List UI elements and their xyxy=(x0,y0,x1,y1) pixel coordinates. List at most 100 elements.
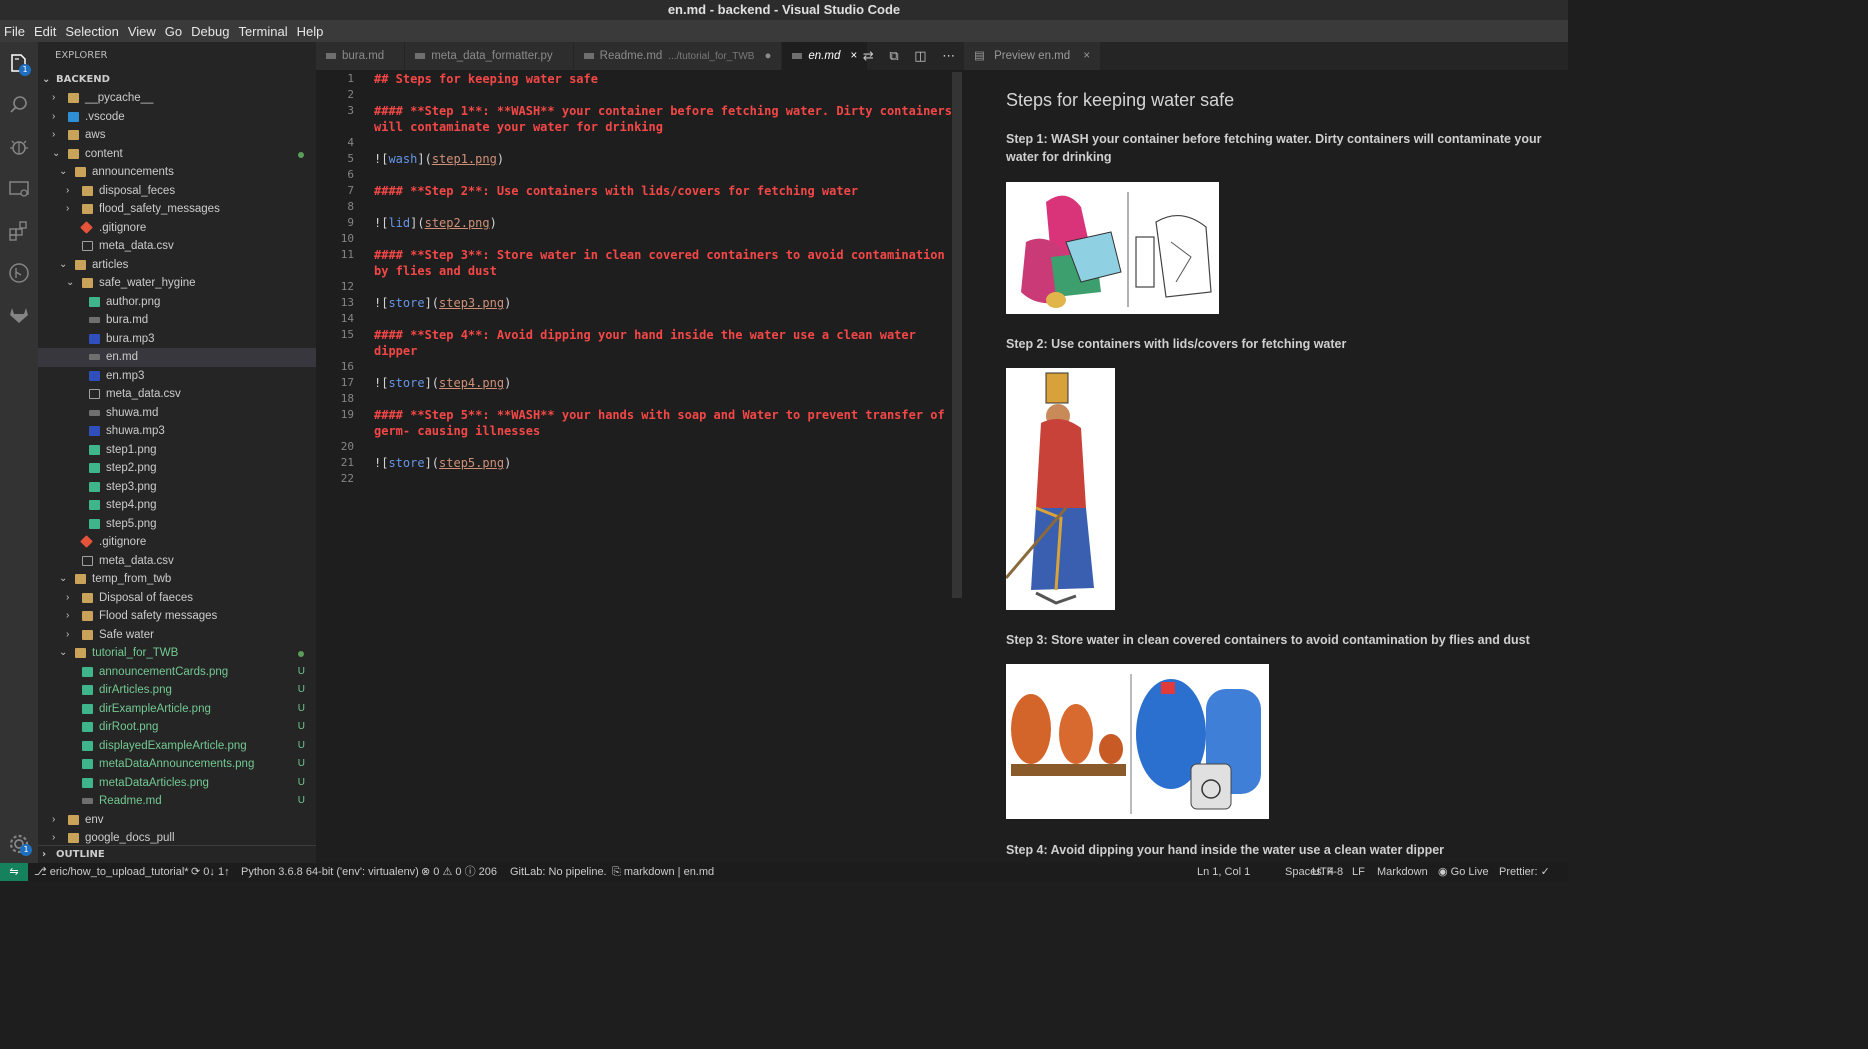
tree-file[interactable]: step5.png xyxy=(38,515,316,534)
chevron-right-icon[interactable]: › xyxy=(52,811,62,829)
git-graph-icon[interactable] xyxy=(7,261,31,285)
outline-section[interactable]: › OUTLINE xyxy=(38,845,316,863)
prettier-status[interactable]: Prettier: ✓ xyxy=(1499,863,1550,881)
editor-tab[interactable]: Readme.md .../tutorial_for_TWB ● xyxy=(573,42,783,70)
workspace-root[interactable]: ⌄ BACKEND xyxy=(38,70,316,89)
tree-folder[interactable]: › flood_safety_messages xyxy=(38,200,316,219)
chevron-right-icon[interactable]: › xyxy=(66,589,76,607)
tree-file[interactable]: step1.png xyxy=(38,441,316,460)
remote-explorer-icon[interactable] xyxy=(7,177,31,201)
tree-folder[interactable]: ⌄ safe_water_hygine xyxy=(38,274,316,293)
chevron-down-icon[interactable]: ⌄ xyxy=(59,644,69,662)
tree-file[interactable]: dirArticles.png U xyxy=(38,681,316,700)
code-editor[interactable]: 1 ## Steps for keeping water safe 2 3 #### *… xyxy=(316,70,964,863)
tree-item-label: aws xyxy=(85,129,106,141)
chevron-right-icon[interactable]: › xyxy=(52,126,62,144)
search-icon[interactable] xyxy=(7,93,31,117)
chevron-down-icon[interactable]: ⌄ xyxy=(59,570,69,588)
more-actions-icon[interactable]: ⋯ xyxy=(942,49,955,64)
menu-terminal[interactable]: Terminal xyxy=(238,24,292,39)
debug-icon[interactable] xyxy=(7,135,31,159)
tree-folder[interactable]: › Safe water xyxy=(38,626,316,645)
tree-file[interactable]: announcementCards.png U xyxy=(38,663,316,682)
unsaved-dot-icon[interactable]: ● xyxy=(764,50,771,62)
encoding[interactable]: UTF-8 xyxy=(1312,863,1343,881)
chevron-right-icon[interactable]: › xyxy=(66,626,76,644)
tree-file[interactable]: dirRoot.png U xyxy=(38,718,316,737)
tree-folder[interactable]: › Flood safety messages xyxy=(38,607,316,626)
line-ending[interactable]: LF xyxy=(1352,863,1365,881)
settings-gear-icon[interactable]: 1 xyxy=(7,832,32,856)
tree-file[interactable]: bura.md xyxy=(38,311,316,330)
problems-status[interactable]: ⊗ 0 ⚠ 0 ⓘ 206 xyxy=(421,863,497,881)
menu-selection[interactable]: Selection xyxy=(65,24,123,39)
tree-folder[interactable]: ⌄ content xyxy=(38,145,316,164)
tree-file[interactable]: en.mp3 xyxy=(38,367,316,386)
menu-debug[interactable]: Debug xyxy=(191,24,234,39)
tree-file[interactable]: step4.png xyxy=(38,496,316,515)
menu-view[interactable]: View xyxy=(128,24,161,39)
tree-file[interactable]: meta_data.csv xyxy=(38,237,316,256)
language-mode[interactable]: Markdown xyxy=(1377,863,1428,881)
chevron-right-icon[interactable]: › xyxy=(52,89,62,107)
tree-folder[interactable]: › __pycache__ xyxy=(38,89,316,108)
tree-folder[interactable]: ⌄ announcements xyxy=(38,163,316,182)
tree-file[interactable]: shuwa.mp3 xyxy=(38,422,316,441)
tree-file[interactable]: metaDataArticles.png U xyxy=(38,774,316,793)
cursor-position[interactable]: Ln 1, Col 1 xyxy=(1197,863,1250,881)
chevron-down-icon[interactable]: ⌄ xyxy=(66,274,76,292)
tree-folder[interactable]: ⌄ articles xyxy=(38,256,316,275)
chevron-down-icon[interactable]: ⌄ xyxy=(59,163,69,181)
tree-folder[interactable]: ⌄ tutorial_for_TWB xyxy=(38,644,316,663)
split-editor-icon[interactable]: ◫ xyxy=(914,49,926,64)
chevron-right-icon[interactable]: › xyxy=(52,108,62,126)
tree-folder[interactable]: › .vscode xyxy=(38,108,316,127)
open-preview-icon[interactable]: ⧉ xyxy=(889,49,898,64)
python-interpreter[interactable]: Python 3.6.8 64-bit ('env': virtualenv) xyxy=(241,863,419,881)
tree-folder[interactable]: › Disposal of faeces xyxy=(38,589,316,608)
extensions-icon[interactable] xyxy=(7,219,31,243)
compare-icon[interactable]: ⇄ xyxy=(863,49,874,64)
tree-file[interactable]: dirExampleArticle.png U xyxy=(38,700,316,719)
chevron-right-icon[interactable]: › xyxy=(66,182,76,200)
sync-status[interactable]: ⟳ 0↓ 1↑ xyxy=(191,863,230,881)
editor-tab[interactable]: meta_data_formatter.py xyxy=(405,42,574,70)
tree-file[interactable]: shuwa.md xyxy=(38,404,316,423)
tree-folder[interactable]: › env xyxy=(38,811,316,830)
gitlab-icon[interactable] xyxy=(7,303,31,327)
preview-tab[interactable]: ▤ Preview en.md × xyxy=(964,42,1101,70)
menu-file[interactable]: File xyxy=(4,24,30,39)
tree-folder[interactable]: › aws xyxy=(38,126,316,145)
gitlab-status[interactable]: GitLab: No pipeline. xyxy=(510,863,607,881)
tree-folder[interactable]: ⌄ temp_from_twb xyxy=(38,570,316,589)
chevron-right-icon[interactable]: › xyxy=(66,607,76,625)
tree-file[interactable]: .gitignore xyxy=(38,533,316,552)
tree-file[interactable]: step3.png xyxy=(38,478,316,497)
remote-icon[interactable]: ⇋ xyxy=(0,863,28,881)
menu-help[interactable]: Help xyxy=(297,24,329,39)
markdown-status[interactable]: ⎘ markdown | en.md xyxy=(612,863,714,881)
tree-folder[interactable]: › disposal_feces xyxy=(38,182,316,201)
close-icon[interactable]: × xyxy=(1083,50,1090,62)
chevron-right-icon[interactable]: › xyxy=(66,200,76,218)
tree-file[interactable]: step2.png xyxy=(38,459,316,478)
tree-file[interactable]: author.png xyxy=(38,293,316,312)
tree-file[interactable]: metaDataAnnouncements.png U xyxy=(38,755,316,774)
editor-tab[interactable]: bura.md xyxy=(316,42,406,70)
chevron-down-icon[interactable]: ⌄ xyxy=(59,256,69,274)
tree-file[interactable]: bura.mp3 xyxy=(38,330,316,349)
line-number: 17 xyxy=(340,376,354,389)
go-live-button[interactable]: ◉ Go Live xyxy=(1438,863,1489,881)
tree-file[interactable]: meta_data.csv xyxy=(38,552,316,571)
editor-scrollbar[interactable] xyxy=(952,72,962,598)
tree-file[interactable]: .gitignore xyxy=(38,219,316,238)
menu-go[interactable]: Go xyxy=(165,24,187,39)
tree-file[interactable]: meta_data.csv xyxy=(38,385,316,404)
explorer-icon[interactable]: 1 xyxy=(7,52,31,76)
tree-file[interactable]: Readme.md U xyxy=(38,792,316,811)
tree-file[interactable]: en.md xyxy=(38,348,316,367)
tree-file[interactable]: displayedExampleArticle.png U xyxy=(38,737,316,756)
chevron-down-icon[interactable]: ⌄ xyxy=(52,145,62,163)
git-branch[interactable]: ⎇ eric/how_to_upload_tutorial* xyxy=(34,863,189,881)
menu-edit[interactable]: Edit xyxy=(34,24,61,39)
